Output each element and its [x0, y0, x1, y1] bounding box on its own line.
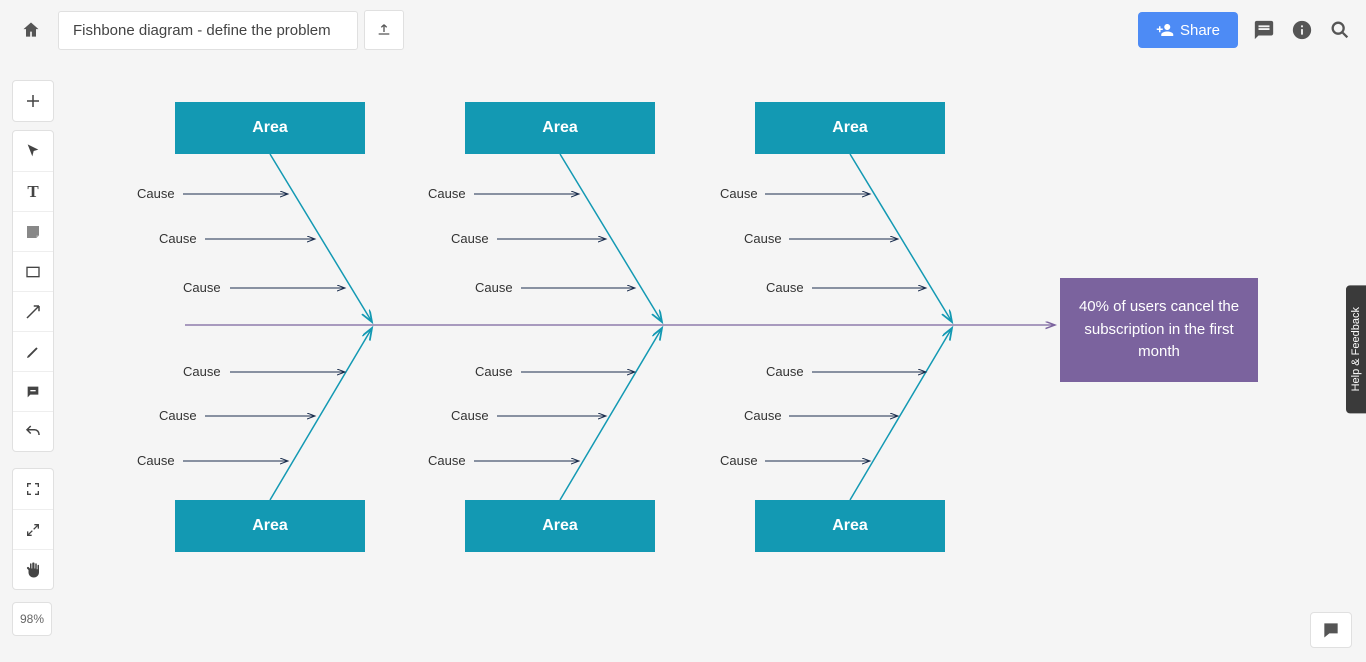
- arrow-icon: [24, 303, 42, 321]
- undo-icon: [24, 423, 42, 441]
- upload-icon: [376, 22, 392, 38]
- top-bar: Fishbone diagram - define the problem Sh…: [0, 0, 1366, 60]
- export-button[interactable]: [364, 10, 404, 50]
- comments-button[interactable]: [1252, 18, 1276, 42]
- cause-label[interactable]: Cause: [428, 453, 466, 468]
- arrow-tool[interactable]: [13, 291, 53, 331]
- cause-label[interactable]: Cause: [766, 364, 804, 379]
- plus-icon: [24, 92, 42, 110]
- home-icon: [21, 20, 41, 40]
- cause-label[interactable]: Cause: [451, 231, 489, 246]
- cause-label[interactable]: Cause: [744, 231, 782, 246]
- person-add-icon: [1156, 21, 1174, 39]
- cause-label[interactable]: Cause: [720, 186, 758, 201]
- add-button[interactable]: [13, 81, 53, 121]
- hand-icon: [24, 561, 42, 579]
- cause-label[interactable]: Cause: [183, 280, 221, 295]
- comment-icon: [1253, 19, 1275, 41]
- cause-label[interactable]: Cause: [451, 408, 489, 423]
- text-tool[interactable]: T: [13, 171, 53, 211]
- cause-label[interactable]: Cause: [137, 453, 175, 468]
- fullscreen-icon: [25, 481, 41, 497]
- share-button[interactable]: Share: [1138, 12, 1238, 48]
- cause-label[interactable]: Cause: [183, 364, 221, 379]
- pan-tool[interactable]: [13, 549, 53, 589]
- area-box-top-1[interactable]: Area: [175, 102, 365, 154]
- cursor-icon: [25, 143, 41, 159]
- area-box-bottom-1[interactable]: Area: [175, 500, 365, 552]
- cause-label[interactable]: Cause: [137, 186, 175, 201]
- cause-label[interactable]: Cause: [766, 280, 804, 295]
- cause-label[interactable]: Cause: [744, 408, 782, 423]
- area-box-top-2[interactable]: Area: [465, 102, 655, 154]
- undo-button[interactable]: [13, 411, 53, 451]
- comments-fab[interactable]: [1310, 612, 1352, 648]
- area-box-top-3[interactable]: Area: [755, 102, 945, 154]
- comment-tool[interactable]: [13, 371, 53, 411]
- canvas[interactable]: Area Area Area Area Area Area 40% of use…: [70, 60, 1366, 662]
- select-tool[interactable]: [13, 131, 53, 171]
- home-button[interactable]: [14, 13, 48, 47]
- search-icon: [1329, 19, 1351, 41]
- top-bar-right: Share: [1138, 12, 1352, 48]
- text-icon: T: [27, 182, 38, 202]
- zoom-level[interactable]: 98%: [12, 602, 52, 636]
- cause-label[interactable]: Cause: [720, 453, 758, 468]
- help-feedback-tab[interactable]: Help & Feedback: [1346, 285, 1366, 413]
- cause-label[interactable]: Cause: [428, 186, 466, 201]
- pencil-icon: [25, 344, 41, 360]
- document-title-input[interactable]: Fishbone diagram - define the problem: [58, 11, 358, 50]
- area-box-bottom-3[interactable]: Area: [755, 500, 945, 552]
- chat-icon: [25, 384, 41, 400]
- fullscreen-button[interactable]: [13, 469, 53, 509]
- cause-label[interactable]: Cause: [475, 364, 513, 379]
- info-icon: [1291, 19, 1313, 41]
- fit-button[interactable]: [13, 509, 53, 549]
- rectangle-icon: [25, 264, 41, 280]
- cause-label[interactable]: Cause: [475, 280, 513, 295]
- cause-label[interactable]: Cause: [159, 408, 197, 423]
- expand-icon: [25, 522, 41, 538]
- speech-bubble-icon: [1321, 620, 1341, 640]
- share-label: Share: [1180, 22, 1220, 39]
- search-button[interactable]: [1328, 18, 1352, 42]
- shape-tool[interactable]: [13, 251, 53, 291]
- sticky-note-tool[interactable]: [13, 211, 53, 251]
- area-box-bottom-2[interactable]: Area: [465, 500, 655, 552]
- cause-label[interactable]: Cause: [159, 231, 197, 246]
- note-icon: [25, 224, 41, 240]
- left-toolbar: T 98%: [12, 80, 54, 636]
- info-button[interactable]: [1290, 18, 1314, 42]
- problem-box[interactable]: 40% of users cancel the subscription in …: [1060, 278, 1258, 382]
- pen-tool[interactable]: [13, 331, 53, 371]
